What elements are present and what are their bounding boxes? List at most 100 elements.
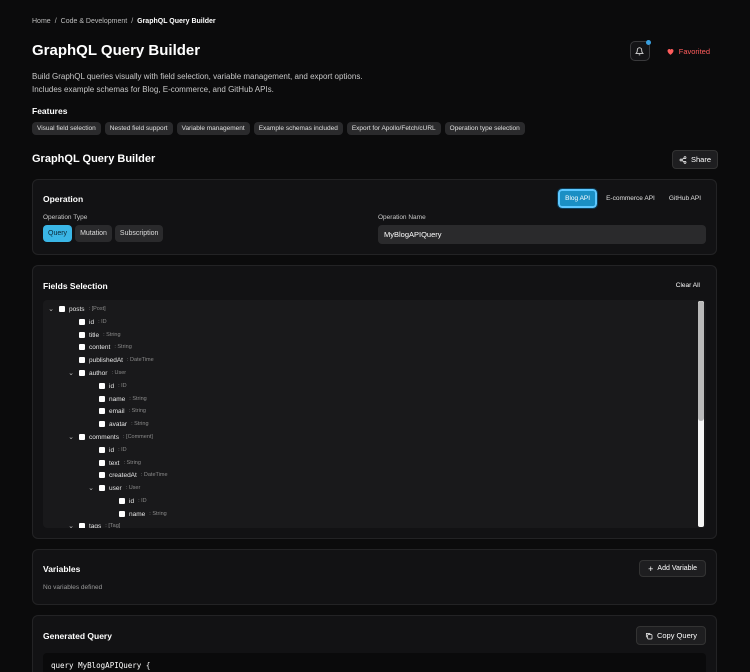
add-variable-button[interactable]: + Add Variable	[639, 560, 706, 577]
field-checkbox[interactable]	[99, 447, 105, 453]
tree-row[interactable]: avatar: String	[99, 418, 149, 430]
fields-panel: Fields Selection Clear All ⌄ posts: [Post…	[32, 265, 717, 539]
field-checkbox[interactable]	[79, 434, 85, 440]
tree-row[interactable]: name: String	[119, 508, 167, 520]
field-name: tags	[89, 522, 102, 529]
operation-panel: Operation Blog API E-commerce API GitHub…	[32, 179, 717, 255]
tree-row[interactable]: ⌄ posts: [Post]	[47, 303, 106, 315]
chevron-down-icon[interactable]: ⌄	[47, 305, 55, 313]
field-name: avatar	[109, 420, 128, 428]
field-checkbox[interactable]	[99, 460, 105, 466]
field-checkbox[interactable]	[79, 523, 85, 528]
field-type: : DateTime	[126, 357, 154, 363]
field-type: : User	[111, 370, 127, 376]
fields-tree: ⌄ posts: [Post] id: ID title: String cont…	[43, 300, 706, 528]
tree-row[interactable]: createdAt: DateTime	[99, 469, 168, 481]
tree-row[interactable]: content: String	[79, 341, 132, 353]
field-checkbox[interactable]	[99, 408, 105, 414]
field-type: : User	[125, 485, 141, 491]
schema-tab-github[interactable]: GitHub API	[664, 191, 706, 206]
field-checkbox[interactable]	[79, 319, 85, 325]
copy-icon	[645, 632, 653, 639]
field-name: publishedAt	[89, 356, 123, 364]
field-type: : String	[129, 396, 147, 402]
scrollbar[interactable]	[698, 301, 704, 527]
operation-type-label: Operation Type	[43, 214, 88, 221]
field-checkbox[interactable]	[79, 332, 85, 338]
chevron-down-icon[interactable]: ⌄	[67, 369, 75, 377]
operation-type-subscription[interactable]: Subscription	[114, 225, 164, 242]
breadcrumb-category[interactable]: Code & Development	[61, 18, 128, 25]
tool-title: GraphQL Query Builder	[32, 153, 156, 165]
chevron-down-icon[interactable]: ⌄	[87, 484, 95, 492]
breadcrumb: Home / Code & Development / GraphQL Quer…	[32, 18, 216, 25]
notification-dot	[645, 40, 651, 45]
add-variable-label: Add Variable	[657, 565, 697, 572]
field-checkbox[interactable]	[79, 357, 85, 363]
breadcrumb-home[interactable]: Home	[32, 18, 51, 25]
bell-icon	[635, 46, 645, 55]
field-type: : ID	[118, 447, 127, 453]
tree-row[interactable]: id: ID	[99, 444, 127, 456]
field-checkbox[interactable]	[59, 306, 65, 312]
tree-row[interactable]: title: String	[79, 329, 121, 341]
operation-type-query[interactable]: Query	[43, 225, 73, 242]
field-checkbox[interactable]	[99, 383, 105, 389]
tree-row[interactable]: ⌄ user: User	[87, 482, 140, 494]
field-checkbox[interactable]	[99, 485, 105, 491]
field-name: id	[129, 497, 135, 505]
notifications-button[interactable]	[629, 40, 651, 61]
tree-row[interactable]: id: ID	[99, 380, 127, 392]
tree-row[interactable]: ⌄ author: User	[67, 367, 126, 379]
field-checkbox[interactable]	[99, 421, 105, 427]
field-checkbox[interactable]	[99, 472, 105, 478]
field-name: name	[129, 510, 146, 518]
favorite-button[interactable]: Favorited	[658, 43, 718, 60]
schema-tab-ecommerce[interactable]: E-commerce API	[601, 191, 660, 206]
operation-name-input[interactable]: MyBlogAPIQuery	[378, 225, 706, 244]
field-checkbox[interactable]	[79, 344, 85, 350]
share-label: Share	[690, 155, 711, 164]
tree-row[interactable]: id: ID	[79, 316, 107, 328]
description-line: Includes example schemas for Blog, E-com…	[32, 85, 274, 94]
fields-heading: Fields Selection	[43, 281, 108, 291]
clear-all-button[interactable]: Clear All	[676, 282, 700, 289]
tree-row[interactable]: publishedAt: DateTime	[79, 354, 154, 366]
breadcrumb-current: GraphQL Query Builder	[137, 18, 216, 25]
operation-heading: Operation	[43, 194, 84, 204]
schema-tab-blog[interactable]: Blog API	[557, 188, 599, 209]
chevron-down-icon[interactable]: ⌄	[67, 522, 75, 528]
tree-row[interactable]: id: ID	[119, 495, 147, 507]
field-type: : ID	[138, 498, 147, 504]
tree-row[interactable]: ⌄ tags: [Tag]	[67, 520, 120, 528]
scrollbar-thumb[interactable]	[698, 301, 704, 421]
feature-chip: Example schemas included	[253, 122, 343, 135]
field-checkbox[interactable]	[99, 396, 105, 402]
copy-query-button[interactable]: Copy Query	[635, 626, 706, 645]
tree-row[interactable]: text: String	[99, 457, 141, 469]
variables-panel: Variables + Add Variable No variables de…	[32, 549, 717, 605]
operation-type-mutation[interactable]: Mutation	[75, 225, 112, 242]
field-type: : String	[114, 344, 132, 350]
tree-row[interactable]: ⌄ comments: [Comment]	[67, 431, 153, 443]
favorite-label: Favorited	[678, 46, 710, 56]
field-name: posts	[69, 305, 85, 313]
field-type: : String	[149, 511, 167, 517]
tree-row[interactable]: name: String	[99, 393, 147, 405]
plus-icon: +	[648, 563, 654, 574]
features-heading: Features	[32, 106, 68, 116]
share-icon	[679, 155, 687, 164]
chevron-down-icon[interactable]: ⌄	[67, 433, 75, 441]
field-name: id	[89, 318, 95, 326]
field-name: name	[109, 395, 126, 403]
feature-chip: Variable management	[176, 122, 250, 135]
field-checkbox[interactable]	[119, 511, 125, 517]
field-name: author	[89, 369, 108, 377]
operation-name-label: Operation Name	[378, 214, 426, 221]
field-checkbox[interactable]	[79, 370, 85, 376]
field-checkbox[interactable]	[119, 498, 125, 504]
page-title: GraphQL Query Builder	[32, 42, 201, 59]
heart-icon	[667, 48, 674, 55]
share-button[interactable]: Share	[672, 150, 718, 169]
tree-row[interactable]: email: String	[99, 405, 146, 417]
